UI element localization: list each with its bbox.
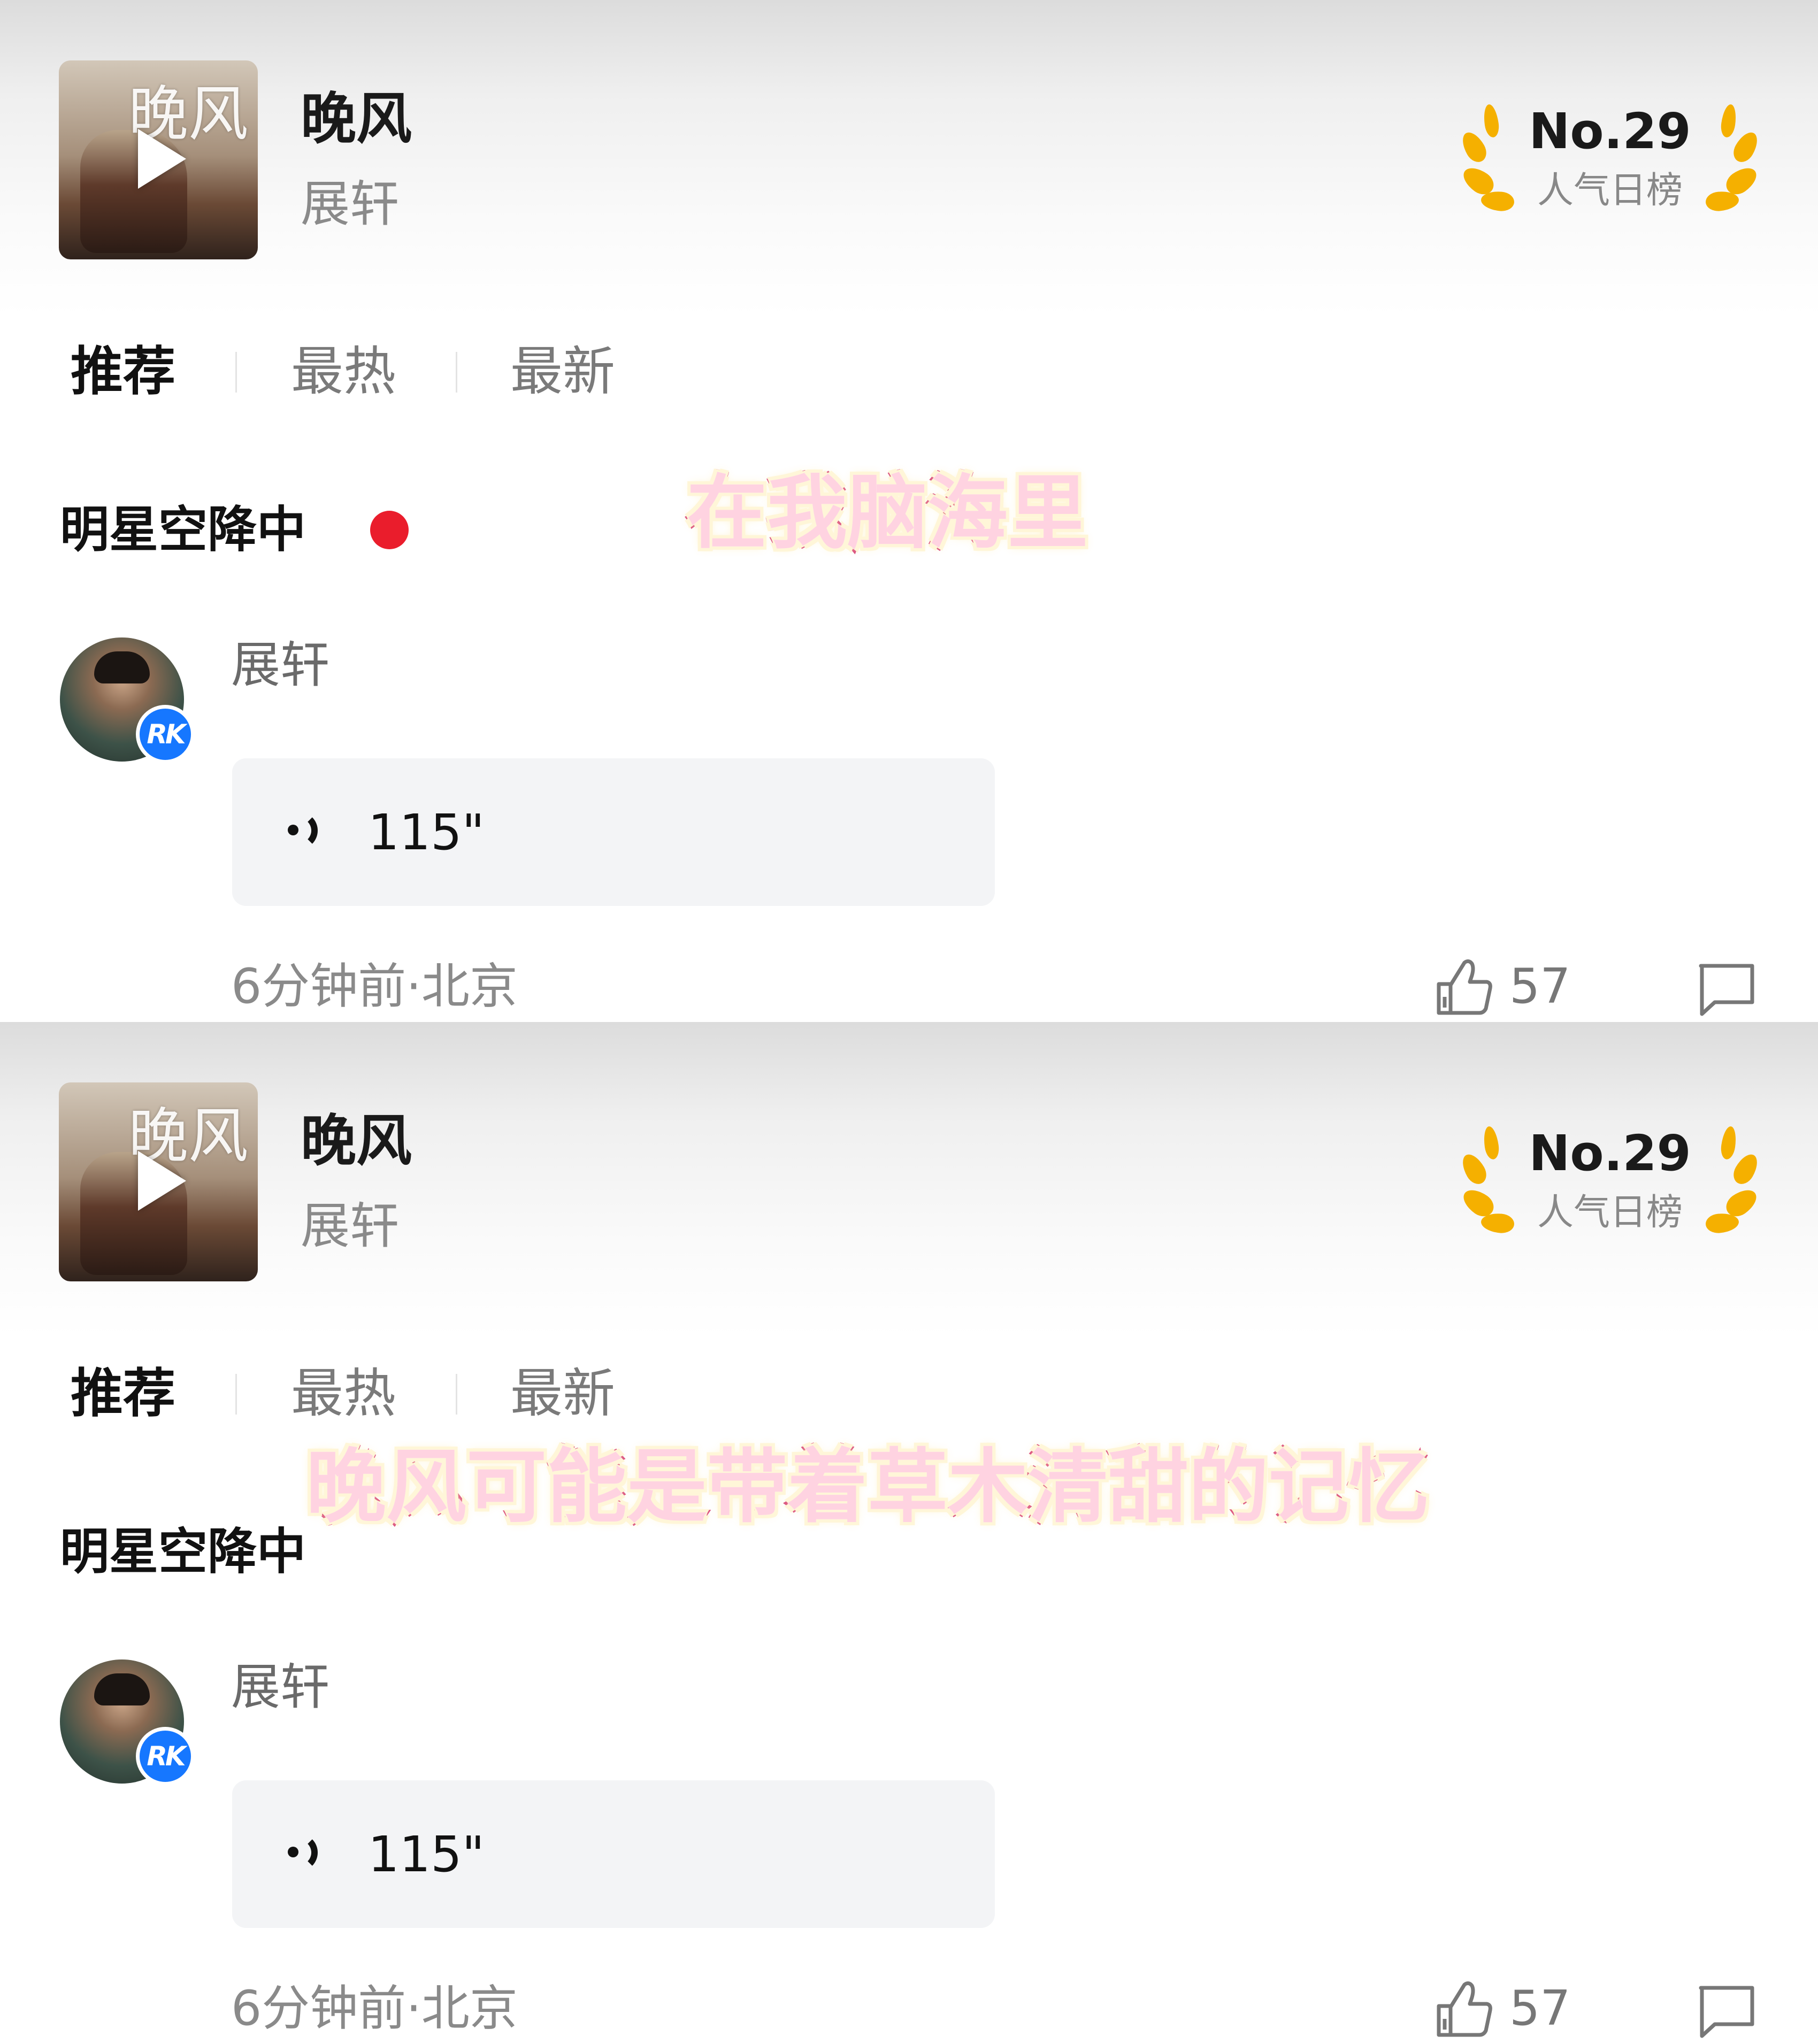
post-time-location: 6分钟前·北京 (231, 958, 518, 1015)
laurel-right-icon (1701, 1125, 1762, 1239)
like-count: 57 (1509, 958, 1571, 1015)
tab-divider (235, 1374, 237, 1415)
album-cover[interactable]: 晚风 (59, 1082, 258, 1281)
video-subtitle: 晚风可能是带着草木清甜的记忆 (303, 1441, 1431, 1534)
live-dot-icon (370, 511, 409, 549)
song-title[interactable]: 晚风 (301, 91, 412, 147)
tab-divider (456, 352, 457, 393)
verified-badge-icon: RK (136, 1727, 195, 1786)
song-artist[interactable]: 展轩 (301, 180, 399, 229)
like-count: 57 (1509, 1980, 1571, 2037)
comment-icon[interactable] (1697, 962, 1756, 1017)
section-title: 明星空降中 (60, 501, 306, 558)
tab-divider (235, 352, 237, 393)
user-name[interactable]: 展轩 (231, 641, 329, 690)
tab-newest[interactable]: 最新 (510, 1359, 615, 1428)
tab-divider (456, 1374, 457, 1415)
post-time-location: 6分钟前·北京 (231, 1980, 518, 2037)
thumbs-up-icon[interactable] (1435, 1979, 1494, 2039)
rank-badge[interactable]: No.29 人气日榜 (1458, 1125, 1762, 1244)
voice-wave-icon (286, 808, 328, 857)
song-header: 晚风 晚风 展轩 No.29 人气日榜 (0, 1022, 1818, 1338)
rank-badge[interactable]: No.29 人气日榜 (1458, 103, 1762, 222)
voice-message[interactable]: 115" (232, 1780, 995, 1928)
section-title: 明星空降中 (60, 1523, 306, 1580)
tab-hottest[interactable]: 最热 (291, 337, 396, 406)
comment-icon[interactable] (1697, 1984, 1756, 2039)
verified-badge-icon: RK (136, 705, 195, 764)
tab-recommend[interactable]: 推荐 (71, 337, 175, 406)
user-name[interactable]: 展轩 (231, 1663, 329, 1712)
album-cover[interactable]: 晚风 (59, 60, 258, 259)
voice-wave-icon (286, 1830, 328, 1879)
song-title[interactable]: 晚风 (301, 1113, 412, 1169)
laurel-right-icon (1701, 103, 1762, 217)
tab-newest[interactable]: 最新 (510, 337, 615, 406)
tab-hottest[interactable]: 最热 (291, 1359, 396, 1428)
song-artist[interactable]: 展轩 (301, 1202, 399, 1251)
play-icon[interactable] (138, 129, 186, 189)
voice-duration: 115" (368, 804, 485, 861)
video-subtitle: 在我脑海里 (684, 467, 1090, 560)
tab-recommend[interactable]: 推荐 (71, 1359, 175, 1428)
comment-screen-1: 晚风 晚风 展轩 No.29 人气日榜 推荐 最热 最新 明星空降中 RK 展轩… (0, 0, 1818, 1022)
voice-duration: 115" (368, 1826, 485, 1883)
comment-screen-2: 晚风 晚风 展轩 No.29 人气日榜 推荐 最热 最新 明星空降中 RK 展轩… (0, 1022, 1818, 2044)
song-header: 晚风 晚风 展轩 No.29 人气日榜 (0, 0, 1818, 316)
thumbs-up-icon[interactable] (1435, 957, 1494, 1017)
play-icon[interactable] (138, 1151, 186, 1211)
voice-message[interactable]: 115" (232, 758, 995, 906)
